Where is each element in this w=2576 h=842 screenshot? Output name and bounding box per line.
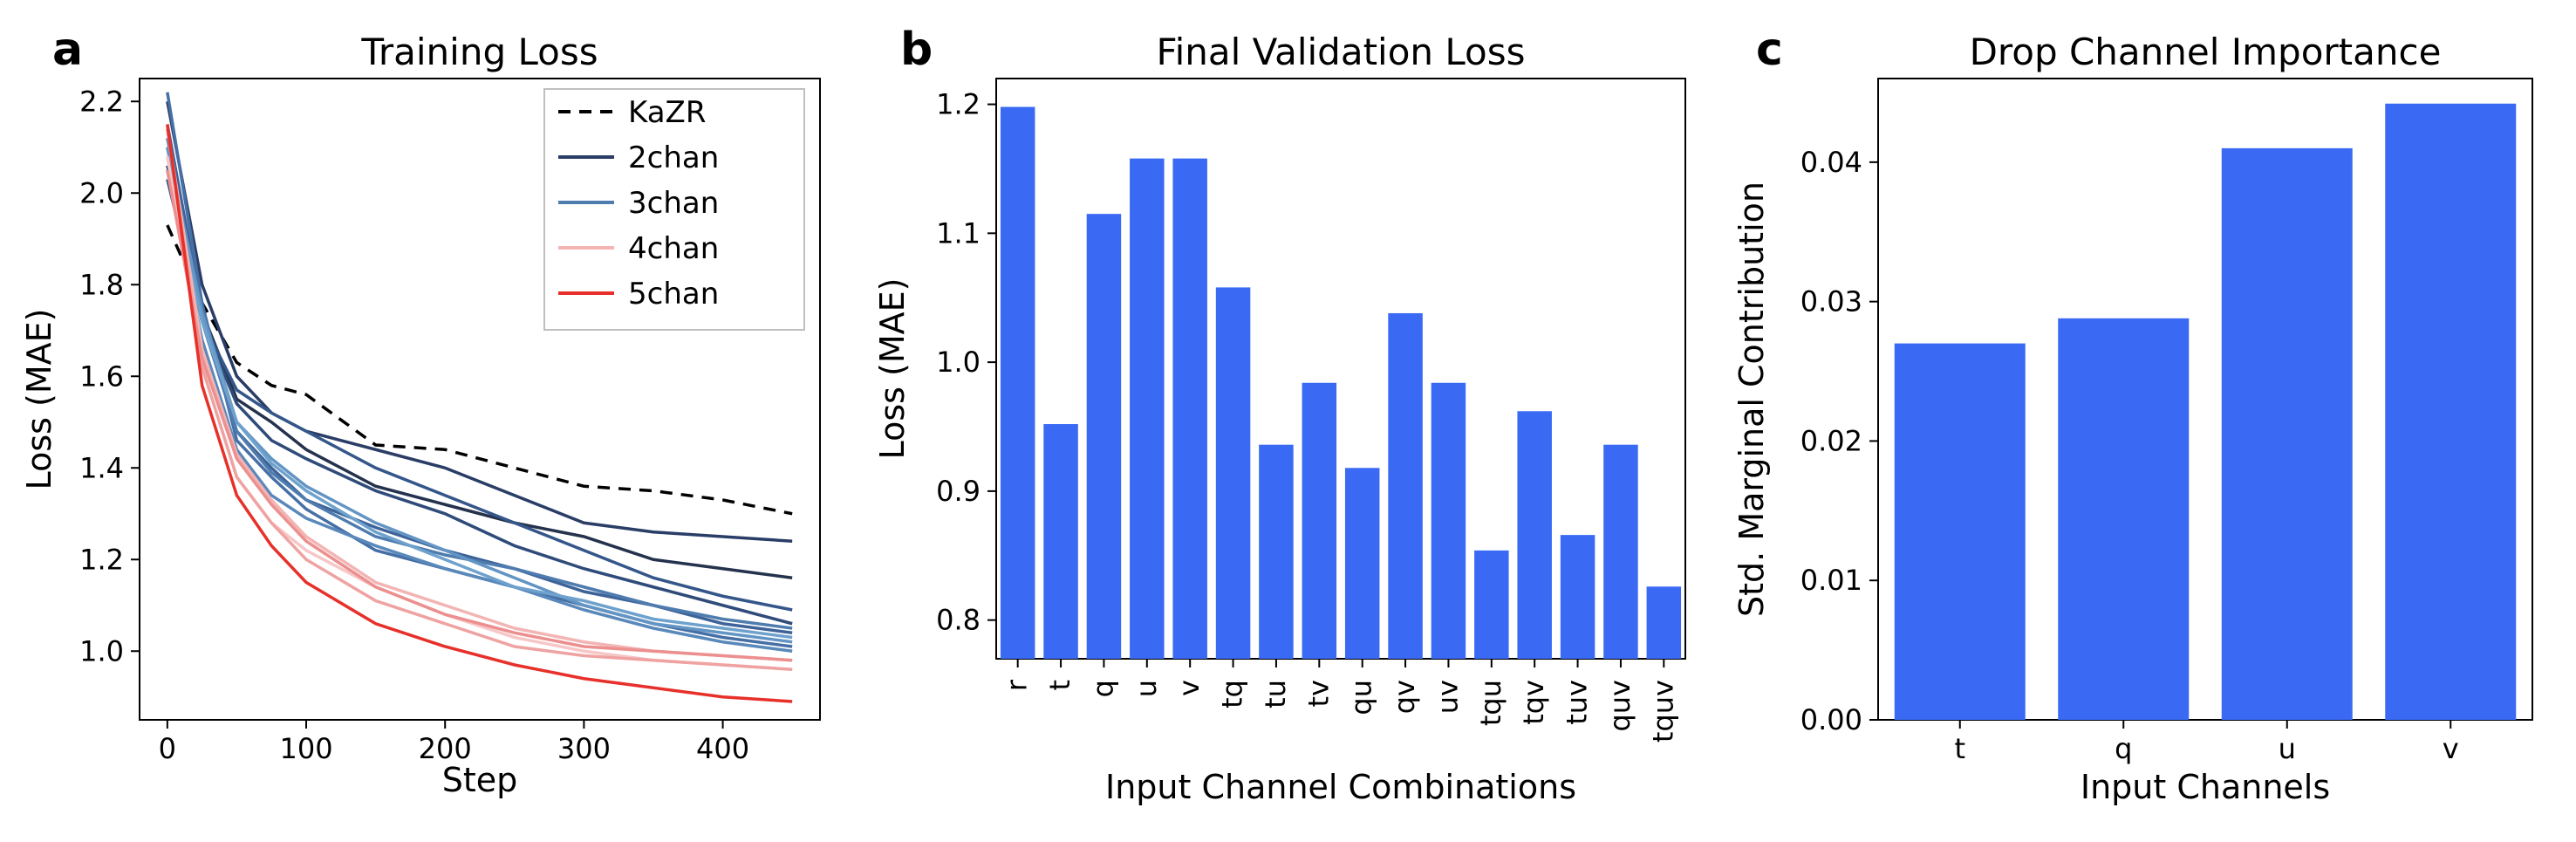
legend-item-4chan: 4chan (628, 231, 719, 266)
svg-text:0.9: 0.9 (936, 475, 981, 508)
svg-text:0.02: 0.02 (1800, 424, 1862, 457)
svg-text:1.1: 1.1 (936, 216, 981, 250)
bar-u (2222, 148, 2353, 720)
xtick-r: r (1000, 679, 1033, 691)
xtick-v: v (1172, 680, 1206, 696)
chart-a-title: Training Loss (360, 31, 598, 73)
chart-a-xlabel: Step (442, 761, 518, 799)
chart-c-xlabel: Input Channels (2081, 768, 2330, 806)
panel-b: bFinal Validation Loss0.80.91.01.11.2rtq… (865, 9, 1712, 833)
svg-text:300: 300 (557, 732, 611, 765)
legend-item-kazr: KaZR (628, 95, 706, 130)
chart-b-ylabel: Loss (MAE) (873, 278, 912, 460)
svg-text:400: 400 (696, 732, 749, 765)
xtick-tq: tq (1215, 680, 1248, 709)
svg-text:1.4: 1.4 (79, 451, 124, 484)
bar-quv (1603, 445, 1638, 659)
svg-text:0.00: 0.00 (1800, 703, 1862, 736)
svg-text:1.0: 1.0 (936, 346, 981, 379)
xtick-u: u (1129, 680, 1162, 697)
chart-c-ylabel: Std. Marginal Contribution (1732, 181, 1771, 617)
bar-v (1172, 159, 1207, 659)
bar-qv (1388, 313, 1423, 659)
svg-text:2.2: 2.2 (79, 85, 124, 118)
svg-text:2.0: 2.0 (79, 176, 124, 209)
panel-c: c Drop Channel Importance 0.00 0.01 0.02 0.03… (1721, 9, 2559, 833)
xtick-uv: uv (1431, 680, 1464, 714)
xtick-q: q (2115, 732, 2132, 765)
legend-item-3chan: 3chan (628, 186, 719, 221)
svg-text:0.8: 0.8 (936, 604, 981, 637)
bar-tquv (1646, 586, 1681, 659)
chart-c-title: Drop Channel Importance (1970, 31, 2442, 73)
bar-t (1043, 424, 1078, 659)
svg-text:1.0: 1.0 (79, 634, 124, 667)
xtick-q: q (1086, 680, 1119, 697)
xtick-v: v (2443, 732, 2459, 765)
xtick-u: u (2279, 732, 2296, 765)
figure-container: aTraining Loss01002003004001.01.21.41.61… (0, 0, 2576, 842)
drop-channel-importance-chart: c Drop Channel Importance 0.00 0.01 0.02 0.03… (1721, 9, 2559, 833)
bar-t (1895, 344, 2026, 720)
xtick-quv: quv (1602, 680, 1636, 732)
bar-qu (1344, 468, 1379, 659)
bar-u (1130, 159, 1165, 659)
bar-tv (1302, 383, 1336, 659)
chart-a-legend: KaZR 2chan 3chan 4chan 5chan (544, 89, 804, 330)
legend-item-2chan: 2chan (628, 140, 719, 175)
xtick-t: t (1043, 680, 1076, 691)
chart-b-xlabel: Input Channel Combinations (1105, 768, 1576, 806)
bar-tqv (1517, 411, 1552, 659)
bar-r (1000, 107, 1035, 659)
svg-text:1.2: 1.2 (936, 88, 981, 121)
xtick-tu: tu (1258, 680, 1291, 709)
svg-text:1.8: 1.8 (79, 268, 124, 301)
xtick-tqv: tqv (1517, 680, 1550, 725)
subplot-label-b: b (900, 24, 933, 76)
svg-text:1.2: 1.2 (79, 543, 124, 576)
bar-q (1086, 214, 1121, 659)
bar-v (2385, 104, 2516, 720)
final-validation-loss-chart: bFinal Validation Loss0.80.91.01.11.2rtq… (865, 9, 1712, 833)
svg-text:0.04: 0.04 (1800, 146, 1862, 179)
xtick-tuv: tuv (1560, 680, 1593, 725)
svg-text:0.03: 0.03 (1800, 285, 1862, 318)
legend-item-5chan: 5chan (628, 277, 719, 311)
chart-a-ylabel: Loss (MAE) (20, 309, 58, 490)
xtick-qu: qu (1344, 680, 1377, 715)
bar-uv (1431, 383, 1466, 659)
training-loss-chart: aTraining Loss01002003004001.01.21.41.61… (17, 9, 855, 833)
xtick-t: t (1954, 732, 1965, 765)
subplot-label-c: c (1756, 24, 1783, 76)
xtick-tqu: tqu (1473, 680, 1507, 726)
xtick-qv: qv (1388, 680, 1421, 714)
bar-tqu (1474, 551, 1509, 659)
bar-tq (1215, 287, 1250, 659)
xtick-tv: tv (1302, 680, 1335, 707)
bar-q (2058, 318, 2189, 720)
subplot-label-a: a (52, 24, 83, 76)
svg-text:1.6: 1.6 (79, 359, 124, 393)
chart-b-title: Final Validation Loss (1156, 31, 1525, 73)
panel-a: aTraining Loss01002003004001.01.21.41.61… (17, 9, 855, 833)
svg-text:0: 0 (159, 732, 176, 765)
svg-text:0.01: 0.01 (1800, 564, 1862, 597)
svg-text:100: 100 (279, 732, 332, 765)
bar-tuv (1560, 535, 1595, 659)
xtick-tquv: tquv (1646, 680, 1679, 743)
bar-tu (1259, 445, 1294, 659)
